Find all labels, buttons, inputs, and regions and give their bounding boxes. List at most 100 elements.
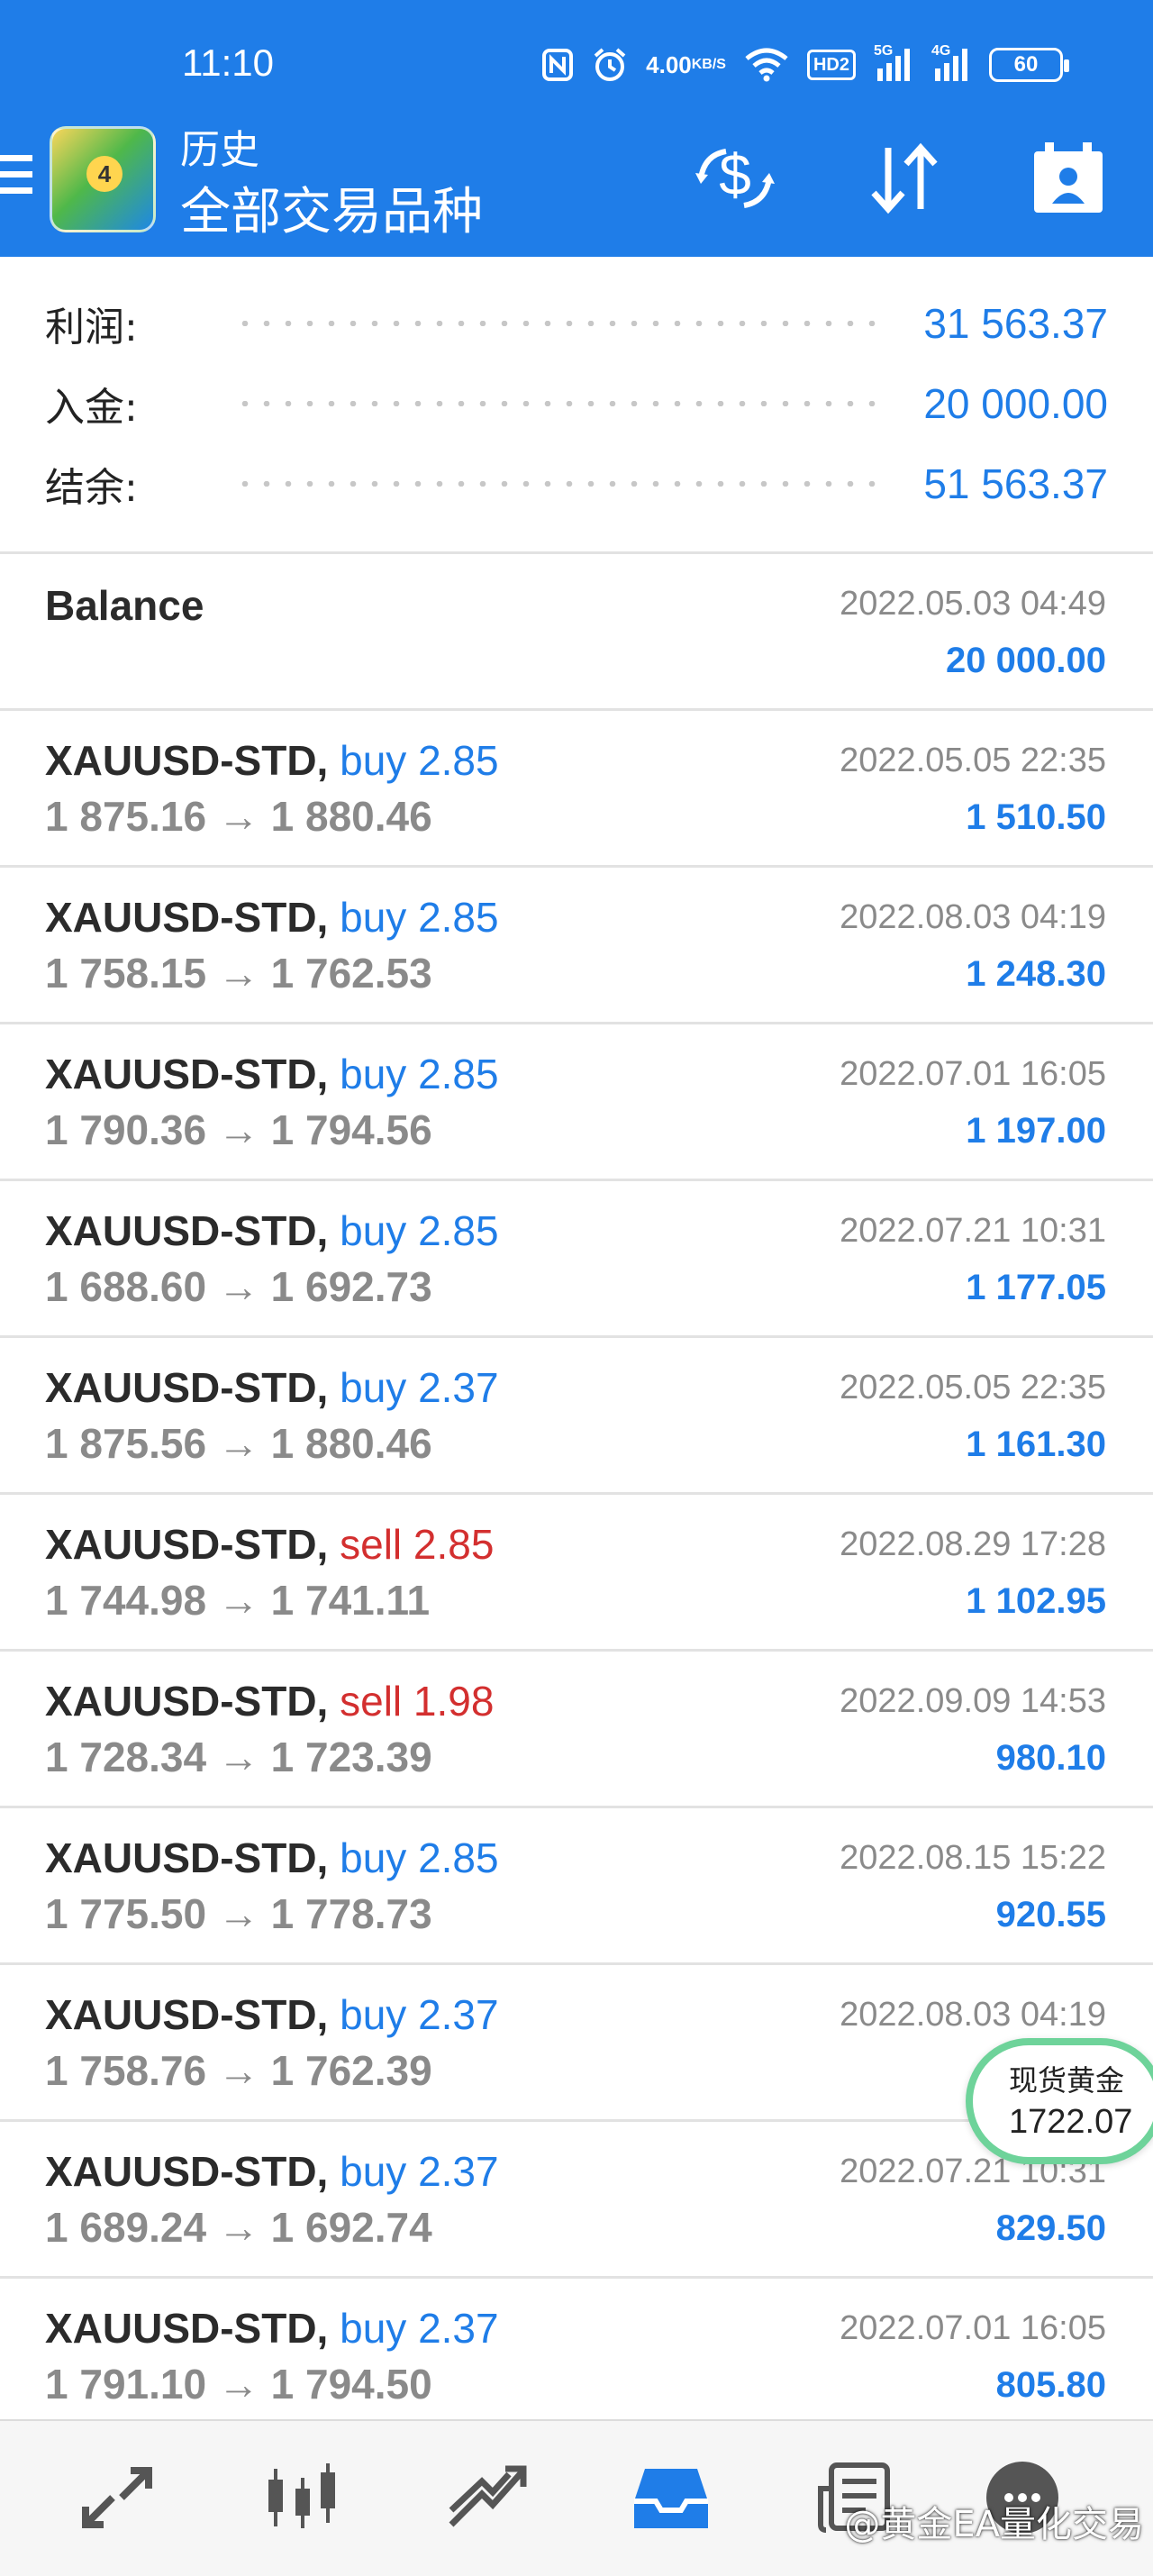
trade-date: 2022.08.03 04:19 bbox=[840, 898, 1106, 936]
trade-side: buy 2.85 bbox=[340, 737, 499, 784]
trade-side: buy 2.85 bbox=[340, 1834, 499, 1881]
trade-row[interactable]: XAUUSD-STD, buy 2.85 1 688.60 → 1 692.73 2… bbox=[0, 1181, 1153, 1338]
summary-deposit: 入金: 20 000.00 bbox=[45, 380, 1108, 431]
candlestick-icon bbox=[268, 2463, 335, 2528]
sort-button[interactable] bbox=[860, 135, 947, 222]
trade-date: 2022.09.09 14:53 bbox=[840, 1682, 1106, 1720]
trade-prices: 1 790.36 → 1 794.56 bbox=[45, 1106, 432, 1153]
nav-history[interactable] bbox=[626, 2457, 716, 2538]
trade-side: buy 2.85 bbox=[340, 1051, 499, 1097]
trade-profit: 920.55 bbox=[995, 1895, 1106, 1934]
trade-profit: 980.10 bbox=[995, 1738, 1106, 1778]
trade-row[interactable]: XAUUSD-STD, sell 1.98 1 728.34 → 1 723.39… bbox=[0, 1652, 1153, 1808]
trade-prices: 1 758.15 → 1 762.53 bbox=[45, 950, 432, 997]
trade-row[interactable]: XAUUSD-STD, buy 2.37 1 875.56 → 1 880.46 2… bbox=[0, 1338, 1153, 1495]
nfc-icon bbox=[541, 45, 574, 85]
trade-side: buy 2.85 bbox=[340, 1207, 499, 1254]
status-bar: 11:10 4.00 KB/S HD2 5G 4G 60 bbox=[0, 41, 1153, 96]
wifi-icon bbox=[744, 45, 789, 85]
balance-row[interactable]: Balance 2022.05.03 04:49 20 000.00 bbox=[0, 554, 1153, 711]
bottom-nav: @黄金EA量化交易 bbox=[0, 2419, 1153, 2576]
trade-profit: 1 102.95 bbox=[966, 1581, 1106, 1621]
trade-prices: 1 791.10 → 1 794.50 bbox=[45, 2361, 432, 2408]
trade-date: 2022.07.01 16:05 bbox=[840, 2309, 1106, 2347]
trade-profit: 805.80 bbox=[995, 2365, 1106, 2405]
summary-balance: 结余: 51 563.37 bbox=[45, 460, 1108, 511]
sort-arrows-icon bbox=[871, 142, 938, 214]
trade-profit: 829.50 bbox=[995, 2208, 1106, 2248]
nav-chart[interactable] bbox=[257, 2457, 347, 2538]
trade-prices: 1 688.60 → 1 692.73 bbox=[45, 1263, 432, 1310]
inbox-icon bbox=[634, 2469, 708, 2528]
trade-symbol: XAUUSD-STD, buy 2.85 bbox=[45, 1051, 499, 1097]
calendar-button[interactable] bbox=[1025, 135, 1112, 222]
watermark: @黄金EA量化交易 bbox=[844, 2504, 1144, 2545]
trade-side: sell 2.85 bbox=[340, 1521, 495, 1568]
summary-profit: 利润: 31 563.37 bbox=[45, 300, 1108, 350]
trade-prices: 1 744.98 → 1 741.11 bbox=[45, 1577, 431, 1624]
trade-profit: 1 161.30 bbox=[966, 1425, 1106, 1464]
trade-side: buy 2.37 bbox=[340, 2148, 499, 2195]
hd-badge: HD2 bbox=[806, 50, 856, 80]
trade-prices: 1 728.34 → 1 723.39 bbox=[45, 1734, 432, 1780]
trade-side: buy 2.37 bbox=[340, 1364, 499, 1411]
trade-date: 2022.08.15 15:22 bbox=[840, 1839, 1106, 1877]
trade-side: sell 1.98 bbox=[340, 1678, 495, 1725]
trade-symbol: XAUUSD-STD, buy 2.37 bbox=[45, 1364, 499, 1411]
top-bar: 11:10 4.00 KB/S HD2 5G 4G 60 4 历史 全部交易品种… bbox=[0, 0, 1153, 257]
symbol-filter[interactable]: 全部交易品种 bbox=[180, 171, 483, 244]
trade-date: 2022.05.05 22:35 bbox=[840, 742, 1106, 779]
signal-icon-2: 4G bbox=[931, 43, 971, 85]
nav-quotes[interactable] bbox=[72, 2457, 162, 2538]
trade-row[interactable]: XAUUSD-STD, buy 2.85 1 875.16 → 1 880.46 2… bbox=[0, 711, 1153, 868]
trade-icon bbox=[449, 2465, 527, 2527]
trade-profit: 1 510.50 bbox=[966, 797, 1106, 837]
trade-date: 2022.05.05 22:35 bbox=[840, 1369, 1106, 1406]
dollar-refresh-icon: $ bbox=[695, 142, 775, 208]
signal-icon: 5G bbox=[874, 43, 913, 85]
trade-row[interactable]: XAUUSD-STD, buy 2.85 1 775.50 → 1 778.73 2… bbox=[0, 1808, 1153, 1965]
trade-row[interactable]: XAUUSD-STD, sell 2.85 1 744.98 → 1 741.11… bbox=[0, 1495, 1153, 1652]
trade-profit: 1 197.00 bbox=[966, 1111, 1106, 1151]
trade-symbol: XAUUSD-STD, buy 2.37 bbox=[45, 1991, 499, 2038]
app-logo: 4 bbox=[50, 126, 156, 232]
trade-prices: 1 758.76 → 1 762.39 bbox=[45, 2047, 432, 2094]
alarm-icon bbox=[592, 45, 628, 85]
trade-prices: 1 689.24 → 1 692.74 bbox=[45, 2204, 432, 2251]
trade-symbol: XAUUSD-STD, buy 2.85 bbox=[45, 894, 499, 941]
trade-symbol: XAUUSD-STD, sell 2.85 bbox=[45, 1521, 495, 1568]
trade-prices: 1 875.56 → 1 880.46 bbox=[45, 1420, 432, 1467]
trade-date: 2022.07.21 10:31 bbox=[840, 1212, 1106, 1250]
battery-icon: 60 bbox=[989, 48, 1069, 82]
trade-symbol: XAUUSD-STD, sell 1.98 bbox=[45, 1678, 495, 1725]
trade-symbol: XAUUSD-STD, buy 2.85 bbox=[45, 1834, 499, 1881]
trade-row[interactable]: XAUUSD-STD, buy 2.37 1 791.10 → 1 794.50 2… bbox=[0, 2279, 1153, 2435]
trade-date: 2022.08.29 17:28 bbox=[840, 1525, 1106, 1563]
trade-row[interactable]: XAUUSD-STD, buy 2.37 1 689.24 → 1 692.74 2… bbox=[0, 2122, 1153, 2279]
trade-side: buy 2.37 bbox=[340, 1991, 499, 2038]
status-time: 11:10 bbox=[182, 41, 274, 84]
gold-price-widget[interactable]: 现货黄金 1722.07 bbox=[966, 2038, 1153, 2164]
trade-symbol: XAUUSD-STD, buy 2.85 bbox=[45, 1207, 499, 1254]
trade-profit: 1 177.05 bbox=[966, 1268, 1106, 1307]
trade-prices: 1 775.50 → 1 778.73 bbox=[45, 1890, 432, 1937]
trade-prices: 1 875.16 → 1 880.46 bbox=[45, 793, 432, 840]
calendar-user-icon bbox=[1034, 142, 1103, 213]
status-icons: 4.00 KB/S HD2 5G 4G 60 bbox=[541, 43, 1069, 85]
trade-symbol: XAUUSD-STD, buy 2.37 bbox=[45, 2305, 499, 2352]
trade-date: 2022.07.01 16:05 bbox=[840, 1055, 1106, 1093]
trade-side: buy 2.85 bbox=[340, 894, 499, 941]
page-title: 历史 bbox=[180, 127, 259, 173]
nav-trade[interactable] bbox=[441, 2457, 531, 2538]
trade-row[interactable]: XAUUSD-STD, buy 2.85 1 758.15 → 1 762.53 2… bbox=[0, 868, 1153, 1024]
network-speed: 4.00 KB/S bbox=[646, 51, 726, 78]
trade-side: buy 2.37 bbox=[340, 2305, 499, 2352]
summary-panel: 利润: 31 563.37 入金: 20 000.00 结余: 51 563.37 bbox=[0, 257, 1153, 554]
trade-date: 2022.08.03 04:19 bbox=[840, 1996, 1106, 2034]
trade-profit: 1 248.30 bbox=[966, 954, 1106, 994]
app-header: 4 历史 全部交易品种 $ bbox=[0, 117, 1153, 243]
quotes-icon bbox=[82, 2467, 152, 2528]
deposit-filter-button[interactable]: $ bbox=[692, 135, 778, 222]
menu-icon[interactable] bbox=[0, 155, 32, 202]
trade-row[interactable]: XAUUSD-STD, buy 2.85 1 790.36 → 1 794.56 2… bbox=[0, 1024, 1153, 1181]
